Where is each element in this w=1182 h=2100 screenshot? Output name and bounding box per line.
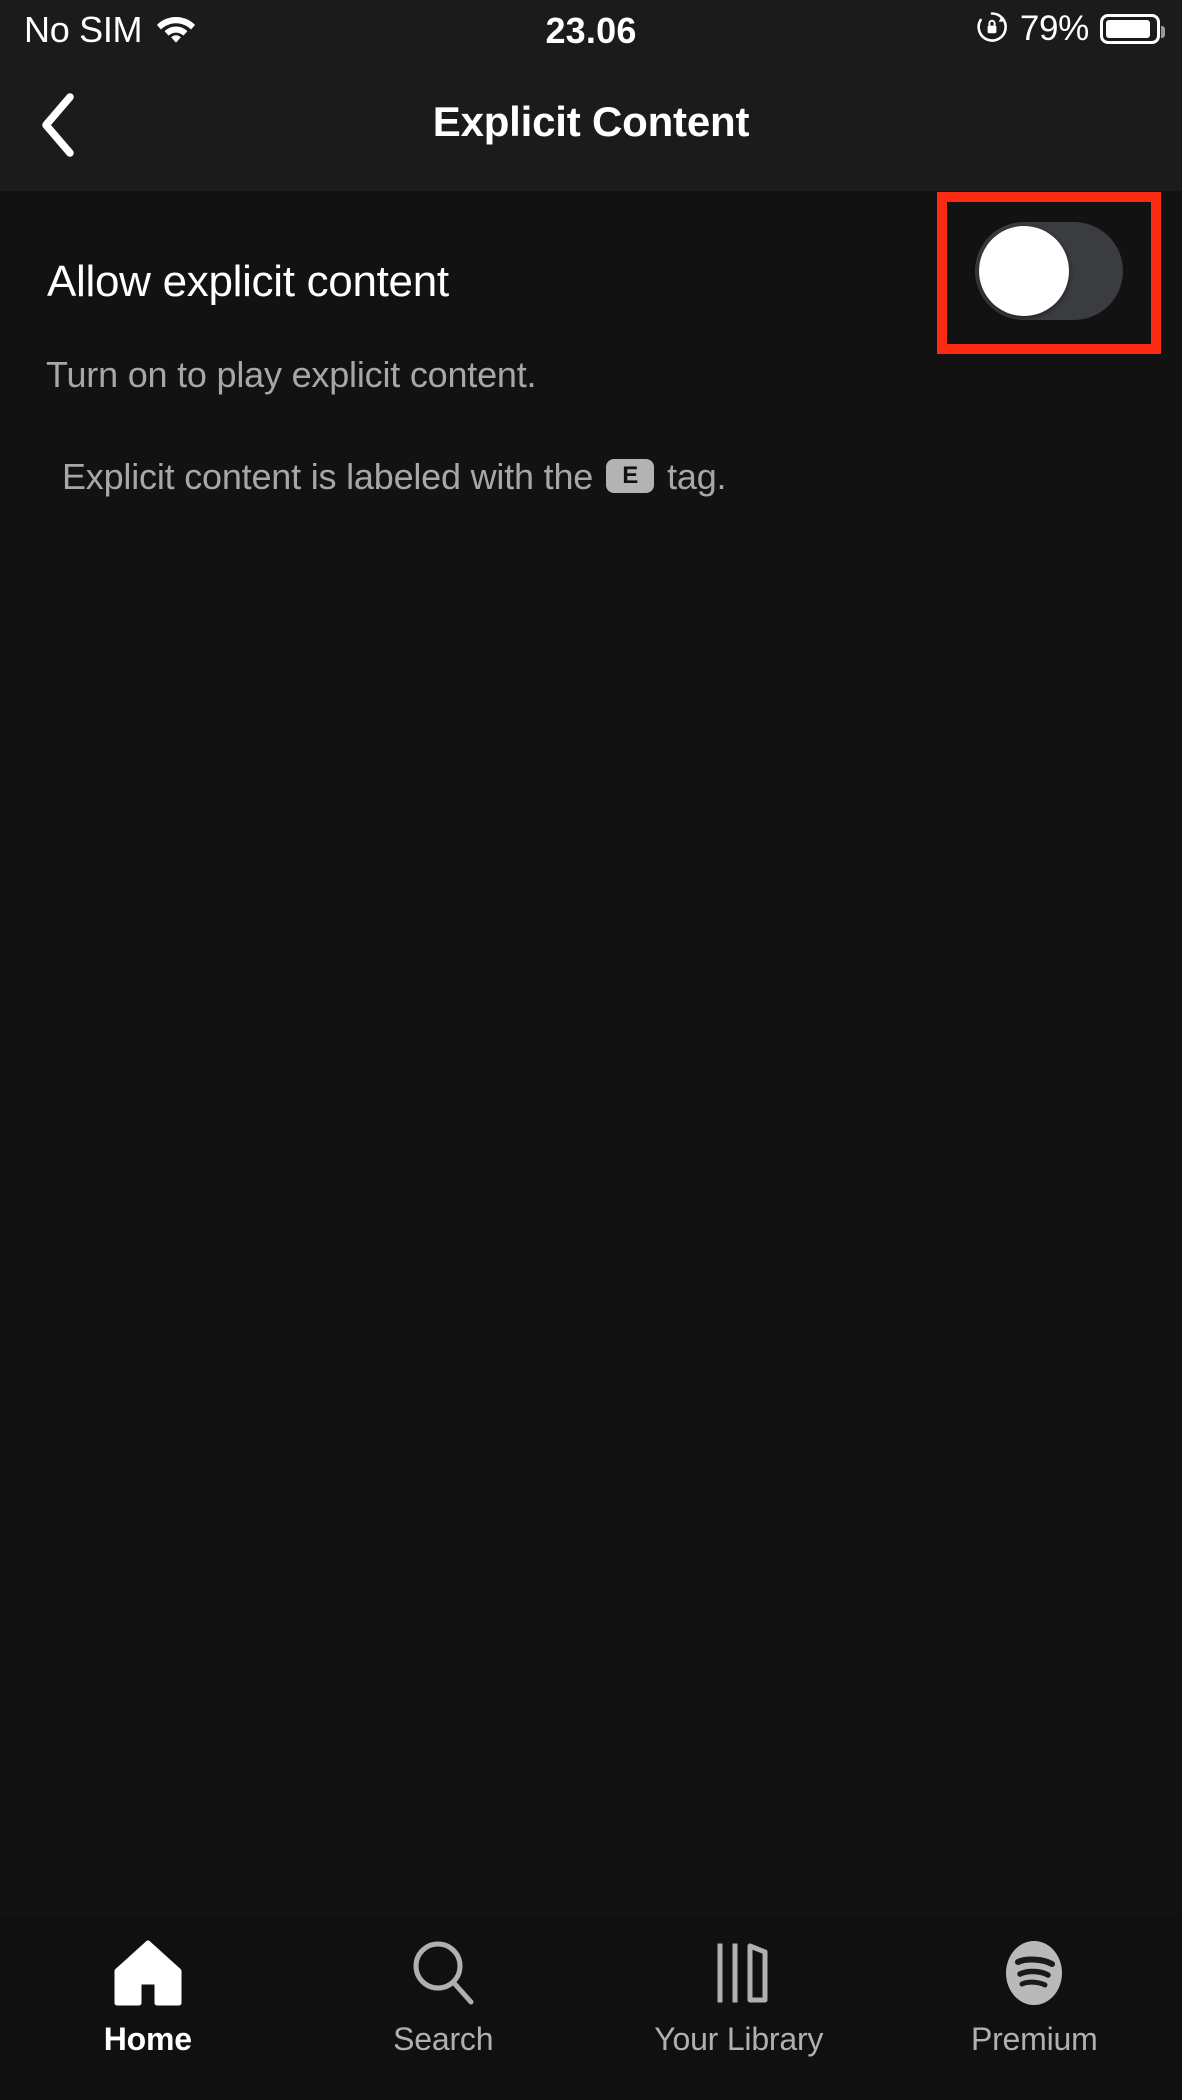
tab-home-label: Home (103, 2021, 192, 2057)
explicit-description-line2-after: tag. (667, 456, 727, 497)
tab-search-label: Search (393, 2021, 494, 2057)
home-icon (112, 1937, 184, 2009)
tab-your-library[interactable]: Your Library (591, 1915, 887, 2100)
bottom-tab-bar: Home Search Your Library Premium (0, 1915, 1182, 2100)
explicit-description-line1: Turn on to play explicit content. (46, 354, 537, 395)
allow-explicit-content-label: Allow explicit content (47, 257, 449, 306)
tab-premium-label: Premium (970, 2021, 1098, 2057)
highlight-annotation-box (937, 192, 1161, 354)
battery-fill (1106, 20, 1150, 38)
nav-header: Explicit Content (0, 62, 1182, 191)
status-bar-right: 79% (975, 9, 1165, 49)
explicit-badge-icon: E (606, 459, 655, 493)
settings-content: Allow explicit content Turn on to play e… (0, 191, 1182, 1915)
page-title: Explicit Content (432, 98, 750, 145)
tab-premium[interactable]: Premium (887, 1915, 1182, 2100)
library-icon (703, 1937, 775, 2009)
search-icon (407, 1937, 479, 2009)
explicit-description-line2-before: Explicit content is labeled with the (62, 456, 594, 497)
battery-icon (1100, 14, 1165, 44)
status-bar: No SIM 23.06 79% (0, 0, 1182, 62)
tab-search[interactable]: Search (296, 1915, 592, 2100)
explicit-description-line2: Explicit content is labeled with the E t… (62, 456, 727, 498)
phone-screen: No SIM 23.06 79% Explicit Content Allow … (0, 0, 1182, 2100)
battery-percent-label: 79% (1019, 9, 1089, 48)
tab-your-library-label: Your Library (654, 2021, 824, 2057)
spotify-icon (998, 1937, 1070, 2009)
tab-home[interactable]: Home (0, 1915, 296, 2100)
rotation-lock-icon (975, 10, 1009, 49)
